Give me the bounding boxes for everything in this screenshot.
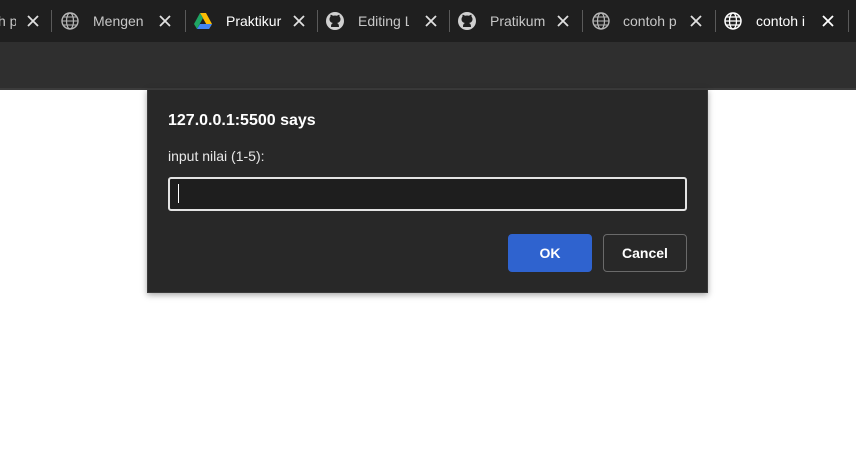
tab-7-title: contoh i	[756, 13, 806, 29]
github-icon	[326, 12, 344, 30]
tab-2-title: Mengen	[93, 13, 144, 29]
close-icon[interactable]	[688, 13, 704, 29]
tab-4[interactable]: Editing L	[318, 0, 449, 42]
prompt-input[interactable]	[168, 177, 687, 211]
browser-toolbar	[0, 42, 856, 90]
google-drive-icon	[194, 13, 212, 29]
dialog-title: 127.0.0.1:5500 says	[168, 112, 316, 129]
close-icon[interactable]	[820, 13, 836, 29]
close-icon[interactable]	[291, 13, 307, 29]
close-icon[interactable]	[157, 13, 173, 29]
tab-6-title: contoh p	[623, 13, 677, 29]
prompt-dialog: 127.0.0.1:5500 says input nilai (1-5): O…	[147, 89, 708, 293]
close-icon[interactable]	[423, 13, 439, 29]
tab-5[interactable]: Pratikum	[450, 0, 581, 42]
cancel-button[interactable]: Cancel	[603, 234, 687, 272]
tab-3[interactable]: Praktikur	[186, 0, 317, 42]
tab-5-title: Pratikum	[490, 13, 546, 29]
close-icon[interactable]	[25, 13, 41, 29]
tab-1-title: h p	[0, 13, 16, 29]
tab-7-active[interactable]: contoh i	[716, 0, 847, 42]
globe-icon	[61, 12, 79, 30]
globe-icon	[592, 12, 610, 30]
tab-1[interactable]: h p	[0, 0, 50, 42]
tab-separator	[848, 10, 849, 32]
globe-icon	[724, 12, 742, 30]
tab-6[interactable]: contoh p	[583, 0, 714, 42]
tab-strip: h p Mengen Praktikur Editing L Pratikum …	[0, 0, 856, 42]
github-icon	[458, 12, 476, 30]
tab-3-title: Praktikur	[226, 13, 282, 29]
ok-button[interactable]: OK	[508, 234, 592, 272]
dialog-message: input nilai (1-5):	[168, 148, 265, 164]
tab-4-title: Editing L	[358, 13, 409, 29]
text-caret	[178, 184, 179, 203]
tab-2[interactable]: Mengen	[52, 0, 184, 42]
close-icon[interactable]	[555, 13, 571, 29]
